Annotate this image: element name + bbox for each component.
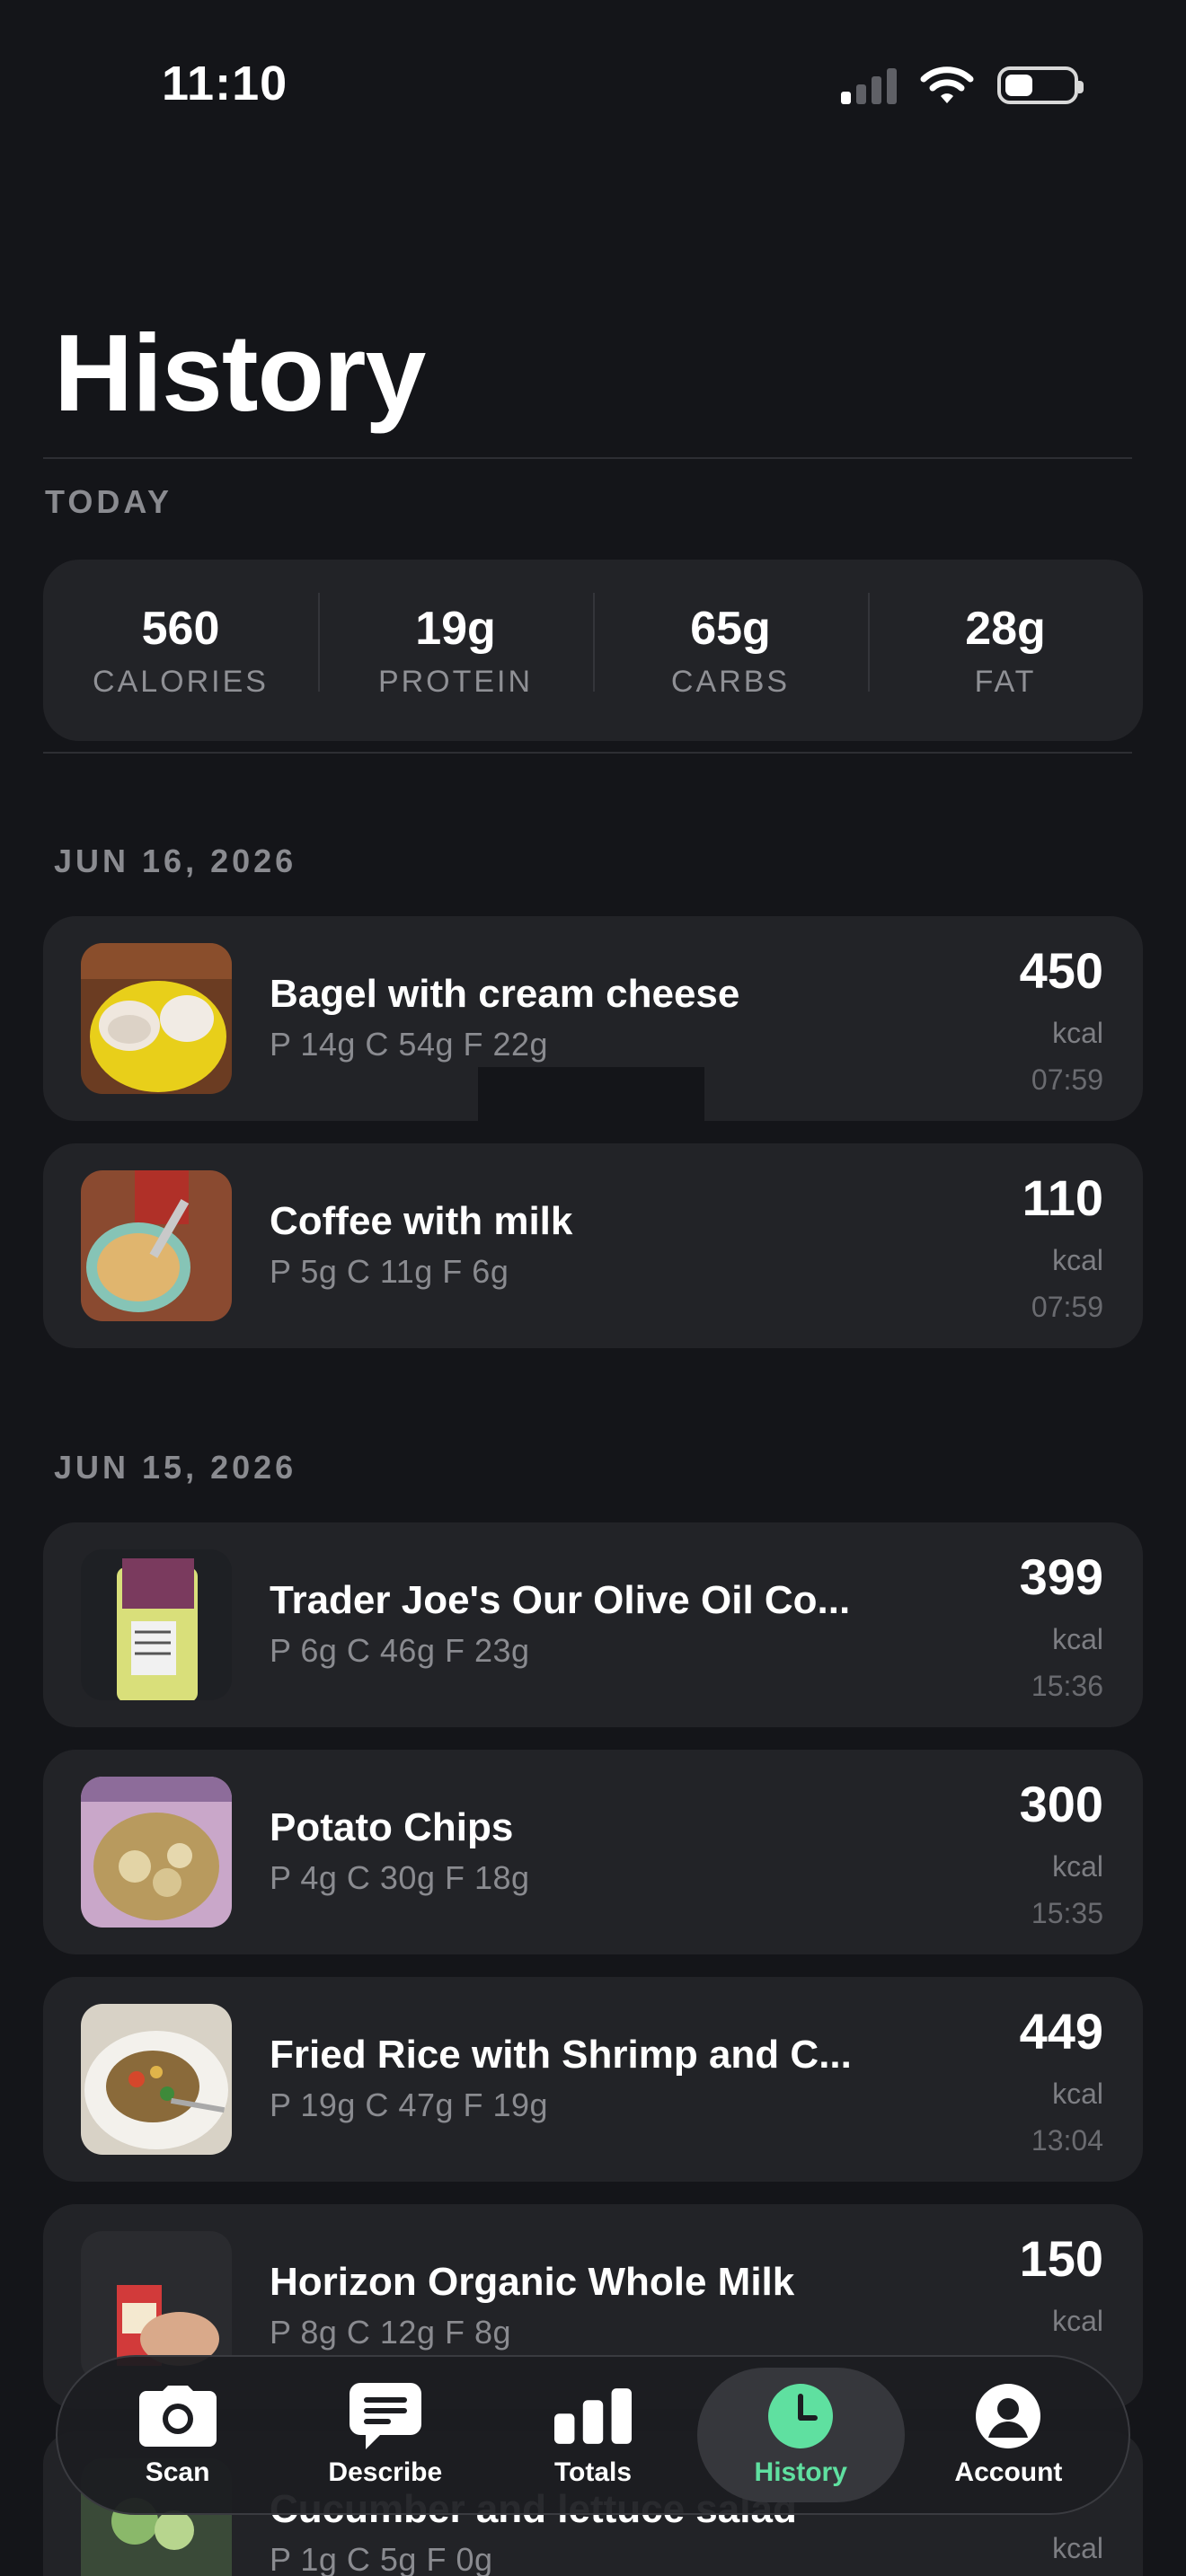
meal-kcal: 110 [1022, 1169, 1103, 1226]
totals-carbs-label: CARBS [670, 664, 791, 699]
totals-fat: 28g FAT [868, 592, 1143, 700]
meal-kcal: 449 [1019, 2003, 1103, 2060]
meal-time: 15:35 [1031, 1897, 1103, 1929]
meal-macros: P 1g C 5g F 0g [270, 2541, 493, 2576]
meal-macros: P 14g C 54g F 22g [270, 1026, 549, 1063]
battery-icon [997, 66, 1084, 104]
wifi-icon [920, 66, 974, 103]
tab-history-label: History [754, 2457, 847, 2487]
tab-bar: Scan Describe Totals History Account [56, 2355, 1130, 2515]
day-date-label: JUN 16, 2026 [54, 842, 297, 879]
chips-bag-photo [81, 1549, 232, 1700]
meal-kcal-unit: kcal [1052, 1244, 1103, 1276]
meal-time: 15:36 [1031, 1670, 1103, 1702]
camera-icon [138, 2382, 217, 2450]
tab-history[interactable]: History [696, 2368, 905, 2502]
totals-calories-value: 560 [141, 602, 220, 655]
meal-macros: P 4g C 30g F 18g [270, 1859, 530, 1896]
meal-kcal-unit: kcal [1052, 1017, 1103, 1049]
meal-name: Trader Joe's Our Olive Oil Co... [270, 1578, 851, 1622]
totals-carbs: 65g CARBS [593, 592, 868, 700]
totals-fat-value: 28g [965, 602, 1046, 655]
meal-name: Fried Rice with Shrimp and C... [270, 2033, 852, 2077]
potato-chips-photo [81, 1777, 232, 1928]
totals-calories-label: CALORIES [93, 664, 269, 699]
meal-card[interactable]: Coffee with milk P 5g C 11g F 6g 110 kca… [43, 1143, 1143, 1348]
bagel-photo [81, 943, 232, 1094]
fried-rice-photo [81, 2004, 232, 2155]
meal-kcal: 399 [1019, 1548, 1103, 1605]
meal-macros: P 6g C 46g F 23g [270, 1632, 530, 1669]
chat-bubble-icon [347, 2382, 424, 2450]
meal-time: 07:59 [1031, 1063, 1103, 1096]
meal-name: Horizon Organic Whole Milk [270, 2260, 795, 2304]
meal-name: Potato Chips [270, 1805, 514, 1849]
today-totals-card: 560 CALORIES 19g PROTEIN 65g CARBS 28g F… [43, 560, 1143, 741]
totals-protein-label: PROTEIN [377, 664, 534, 699]
totals-divider [43, 752, 1132, 754]
meal-kcal-unit: kcal [1052, 2078, 1103, 2110]
cellular-signal-icon [841, 66, 897, 104]
clock-icon [762, 2382, 839, 2450]
meal-kcal-unit: kcal [1052, 2305, 1103, 2337]
tab-scan[interactable]: Scan [74, 2368, 281, 2502]
totals-protein-value: 19g [415, 602, 496, 655]
tab-account-label: Account [954, 2457, 1063, 2487]
tab-totals-label: Totals [553, 2457, 633, 2487]
meal-name: Bagel with cream cheese [270, 972, 740, 1016]
day-date-label: JUN 15, 2026 [54, 1449, 297, 1486]
bar-chart-icon [554, 2382, 632, 2450]
tab-describe[interactable]: Describe [281, 2368, 489, 2502]
page-title: History [54, 312, 426, 434]
meal-time: 13:04 [1031, 2124, 1103, 2157]
meal-kcal: 300 [1019, 1776, 1103, 1832]
title-divider [43, 457, 1132, 459]
tab-account[interactable]: Account [905, 2368, 1112, 2502]
totals-fat-label: FAT [974, 664, 1037, 699]
meal-kcal-unit: kcal [1052, 1623, 1103, 1655]
meal-card[interactable]: Trader Joe's Our Olive Oil Co... P 6g C … [43, 1522, 1143, 1727]
meal-macros: P 8g C 12g F 8g [270, 2314, 512, 2351]
coffee-photo [81, 1170, 232, 1321]
totals-protein: 19g PROTEIN [318, 592, 593, 700]
totals-carbs-value: 65g [690, 602, 771, 655]
meal-macros: P 19g C 47g F 19g [270, 2086, 549, 2123]
meal-macros: P 5g C 11g F 6g [270, 1253, 509, 1290]
status-icons [841, 65, 1084, 106]
meal-name: Coffee with milk [270, 1199, 573, 1243]
meal-kcal-unit: kcal [1052, 2532, 1103, 2564]
overlay-strip [478, 1067, 704, 1123]
tab-describe-label: Describe [328, 2457, 443, 2487]
meal-card[interactable]: Potato Chips P 4g C 30g F 18g 300 kcal 1… [43, 1750, 1143, 1954]
meal-kcal: 150 [1019, 2230, 1103, 2287]
meal-kcal: 450 [1019, 942, 1103, 999]
meal-time: 07:59 [1031, 1291, 1103, 1323]
tab-scan-label: Scan [145, 2457, 210, 2487]
tab-totals[interactable]: Totals [489, 2368, 696, 2502]
totals-calories: 560 CALORIES [43, 602, 318, 700]
today-section-label: TODAY [45, 483, 173, 520]
status-time: 11:10 [162, 57, 288, 110]
person-icon [969, 2382, 1047, 2450]
meal-card[interactable]: Fried Rice with Shrimp and C... P 19g C … [43, 1977, 1143, 2182]
meal-kcal-unit: kcal [1052, 1850, 1103, 1883]
